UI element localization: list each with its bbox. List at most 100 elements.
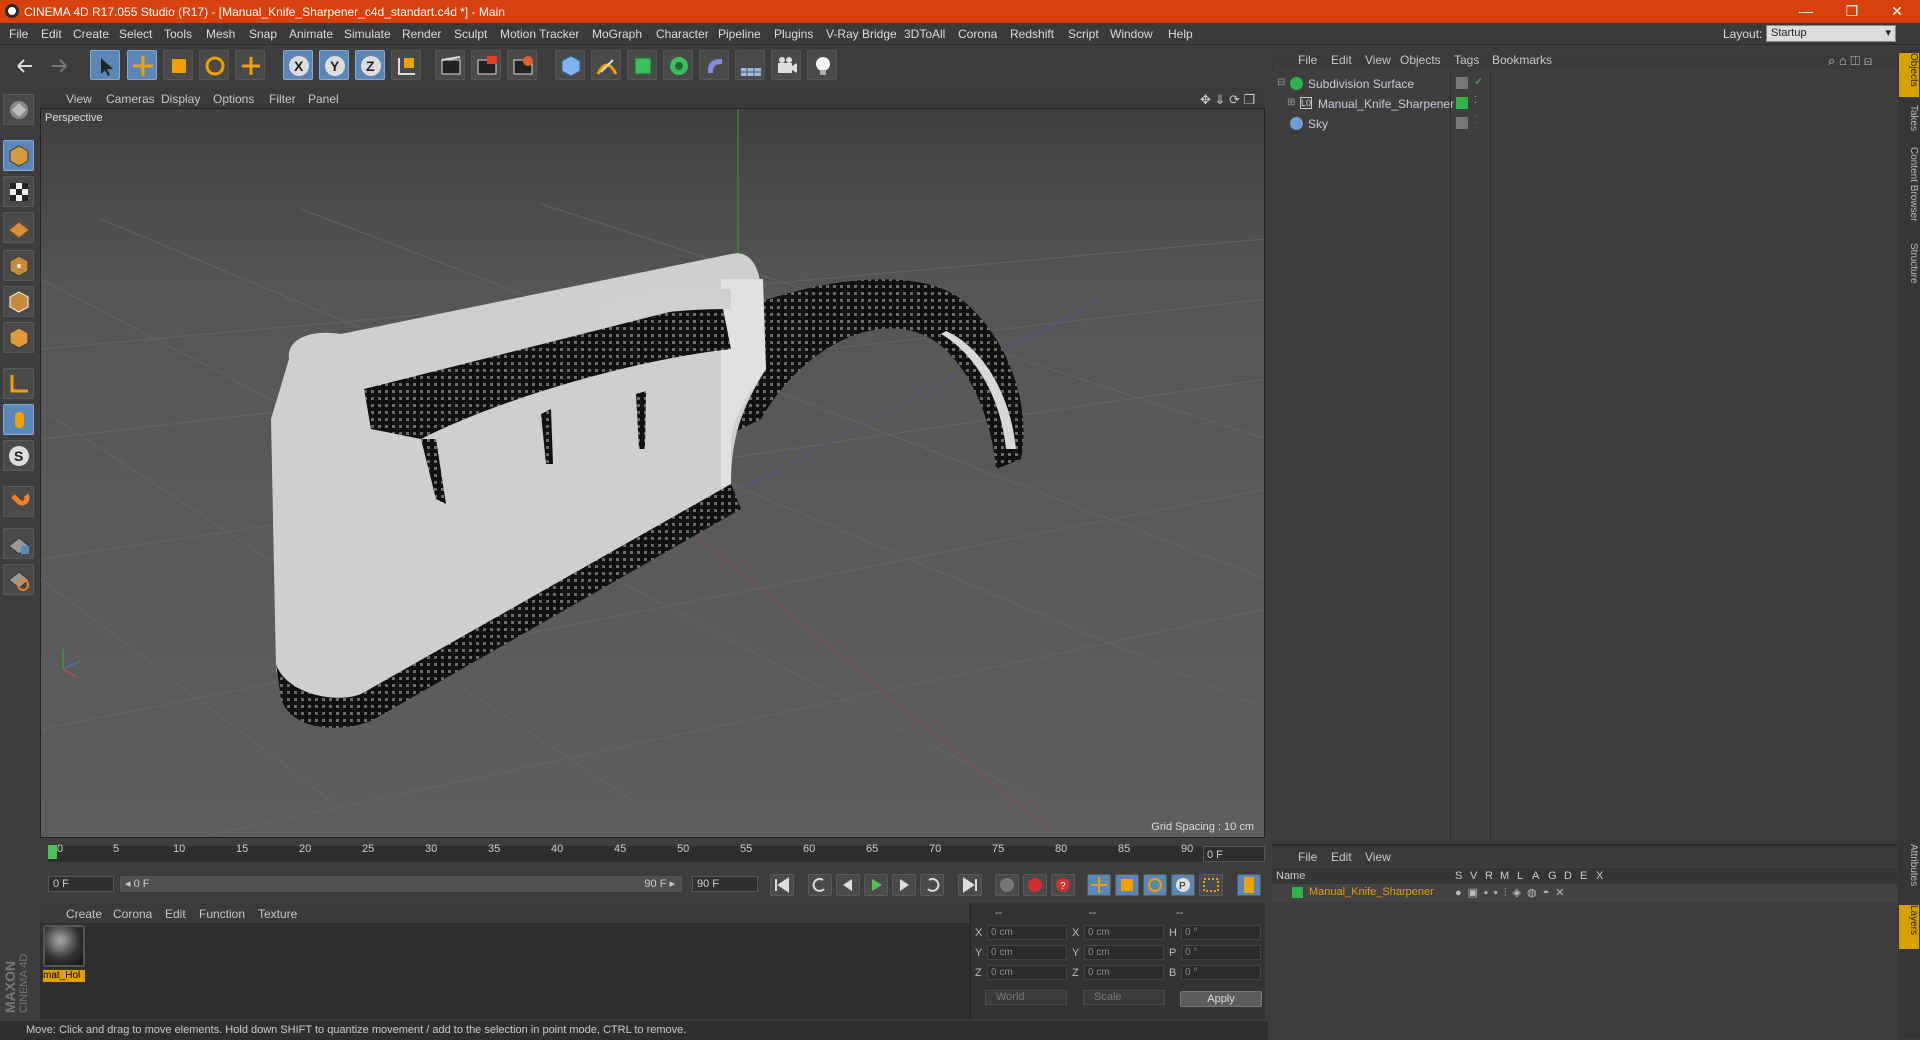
model-mode-icon[interactable] xyxy=(3,140,34,171)
end-frame-field[interactable]: 90 F xyxy=(692,876,758,892)
minimize-button[interactable]: — xyxy=(1783,0,1829,23)
layer-menu-file[interactable]: File xyxy=(1298,850,1317,864)
scale-icon[interactable] xyxy=(163,50,193,80)
current-frame-field[interactable]: 0 F xyxy=(1203,846,1265,862)
transform-icon[interactable] xyxy=(235,50,265,80)
layer-toggle-icons[interactable]: ●▣▪▪⫶◈◍◓✕ xyxy=(1455,886,1571,900)
undo-icon[interactable] xyxy=(8,50,38,80)
snapping-icon[interactable]: S xyxy=(3,440,34,471)
floor-icon[interactable] xyxy=(735,50,765,80)
grid-lock-icon[interactable] xyxy=(3,528,34,559)
go-to-start-icon[interactable] xyxy=(770,874,794,896)
layer-tag-icon[interactable] xyxy=(1456,117,1468,129)
deformer-icon[interactable] xyxy=(699,50,729,80)
visibility-dots-icon[interactable]: ⁚ xyxy=(1474,95,1477,106)
render-settings-icon[interactable] xyxy=(507,50,537,80)
column-separator[interactable] xyxy=(1450,71,1451,839)
menu-window[interactable]: Window xyxy=(1110,27,1153,41)
tab-objects[interactable]: Objects xyxy=(1899,53,1919,97)
redo-icon[interactable] xyxy=(44,50,74,80)
menu-help[interactable]: Help xyxy=(1168,27,1193,41)
polygons-mode-icon[interactable] xyxy=(3,322,34,353)
edges-mode-icon[interactable] xyxy=(3,286,34,317)
viewport-nav-icons[interactable]: ✥ ⇓ ⟳ ❐ xyxy=(1200,92,1255,108)
texture-mode-icon[interactable] xyxy=(3,176,34,207)
coord-pos-y-field[interactable]: 0 cm xyxy=(987,945,1067,960)
go-to-end-icon[interactable] xyxy=(958,874,982,896)
menu-tools[interactable]: Tools xyxy=(164,27,192,41)
column-separator[interactable] xyxy=(1490,71,1491,839)
workplane-icon[interactable] xyxy=(3,212,34,243)
previous-key-icon[interactable] xyxy=(808,874,832,896)
obj-menu-objects[interactable]: Objects xyxy=(1400,53,1441,67)
enabled-check-icon[interactable]: ✓ xyxy=(1474,75,1483,88)
autokey-icon[interactable] xyxy=(1023,874,1047,896)
points-mode-icon[interactable] xyxy=(3,250,34,281)
layer-col-s[interactable]: S xyxy=(1455,870,1462,882)
coord-mode-dropdown[interactable]: World xyxy=(985,990,1067,1005)
object-row[interactable]: ⊟ Subdivision Surface ✓ xyxy=(1272,74,1897,94)
make-editable-icon[interactable] xyxy=(3,94,34,125)
viewport-menu-display[interactable]: Display xyxy=(161,92,200,106)
magnet-icon[interactable] xyxy=(3,486,34,517)
x-axis-icon[interactable]: X xyxy=(283,50,313,80)
tab-layers[interactable]: Layers xyxy=(1899,905,1919,949)
menu-character[interactable]: Character xyxy=(656,27,709,41)
record-keys-icon[interactable] xyxy=(995,874,1019,896)
layer-tag-icon[interactable] xyxy=(1456,77,1468,89)
tab-structure[interactable]: Structure xyxy=(1899,243,1919,299)
camera-icon[interactable] xyxy=(771,50,801,80)
obj-search-icons[interactable]: ⌕ ⌂ ◫ ⊡ xyxy=(1828,53,1872,69)
menu-plugins[interactable]: Plugins xyxy=(774,27,813,41)
menu-simulate[interactable]: Simulate xyxy=(344,27,391,41)
cube-icon[interactable] xyxy=(555,50,585,80)
menu-3dtoall[interactable]: 3DToAll xyxy=(904,27,945,41)
layer-menu-edit[interactable]: Edit xyxy=(1331,850,1352,864)
layer-col-d[interactable]: D xyxy=(1564,870,1572,882)
material-menu-texture[interactable]: Texture xyxy=(258,907,297,921)
obj-menu-bookmarks[interactable]: Bookmarks xyxy=(1492,53,1552,67)
object-row[interactable]: ⊞ L0 Manual_Knife_Sharpener ⁚ xyxy=(1272,94,1897,114)
menu-motion-tracker[interactable]: Motion Tracker xyxy=(500,27,579,41)
layout-select[interactable]: Startup ▾ xyxy=(1766,25,1896,42)
light-icon[interactable] xyxy=(807,50,837,80)
menu-file[interactable]: File xyxy=(9,27,28,41)
move-icon[interactable] xyxy=(127,50,157,80)
visibility-dots-icon[interactable]: ⁚ xyxy=(1474,115,1477,126)
layer-name[interactable]: Manual_Knife_Sharpener xyxy=(1309,886,1434,898)
obj-menu-tags[interactable]: Tags xyxy=(1454,53,1479,67)
timeline-playhead[interactable] xyxy=(48,845,57,859)
tab-takes[interactable]: Takes xyxy=(1899,105,1919,141)
timeline-layout-icon[interactable] xyxy=(1237,874,1261,896)
viewport-perspective[interactable]: Perspective Grid Spacing : 10 cm xyxy=(40,108,1265,838)
material-menu-corona[interactable]: Corona xyxy=(113,907,152,921)
layer-col-l[interactable]: L xyxy=(1517,870,1523,882)
tab-content-browser[interactable]: Content Browser xyxy=(1899,147,1919,235)
obj-menu-edit[interactable]: Edit xyxy=(1331,53,1352,67)
collapse-icon[interactable]: ⊟ xyxy=(1277,77,1285,88)
tweak-icon[interactable] xyxy=(3,404,34,435)
layer-row[interactable]: Manual_Knife_Sharpener ●▣▪▪⫶◈◍◓✕ xyxy=(1272,884,1897,902)
tab-attributes[interactable]: Attributes xyxy=(1899,844,1919,900)
coord-size-y-field[interactable]: 0 cm xyxy=(1084,945,1164,960)
viewport-menu-cameras[interactable]: Cameras xyxy=(106,92,155,106)
viewport-menu-filter[interactable]: Filter xyxy=(269,92,296,106)
world-coords-icon[interactable] xyxy=(391,50,421,80)
layer-col-x[interactable]: X xyxy=(1596,870,1603,882)
layer-col-a[interactable]: A xyxy=(1532,870,1539,882)
coord-pos-x-field[interactable]: 0 cm xyxy=(987,925,1067,940)
menu-snap[interactable]: Snap xyxy=(249,27,277,41)
subdivision-icon[interactable] xyxy=(627,50,657,80)
menu-vray-bridge[interactable]: V-Ray Bridge xyxy=(826,27,897,41)
obj-menu-file[interactable]: File xyxy=(1298,53,1317,67)
rotate-icon[interactable] xyxy=(199,50,229,80)
menu-select[interactable]: Select xyxy=(119,27,152,41)
layer-menu-view[interactable]: View xyxy=(1365,850,1391,864)
array-icon[interactable] xyxy=(663,50,693,80)
menu-mesh[interactable]: Mesh xyxy=(206,27,235,41)
material-menu-edit[interactable]: Edit xyxy=(165,907,186,921)
layer-col-r[interactable]: R xyxy=(1485,870,1493,882)
material-thumbnail[interactable] xyxy=(43,925,85,967)
enable-snap-icon[interactable] xyxy=(3,564,34,595)
coord-size-z-field[interactable]: 0 cm xyxy=(1084,965,1164,980)
